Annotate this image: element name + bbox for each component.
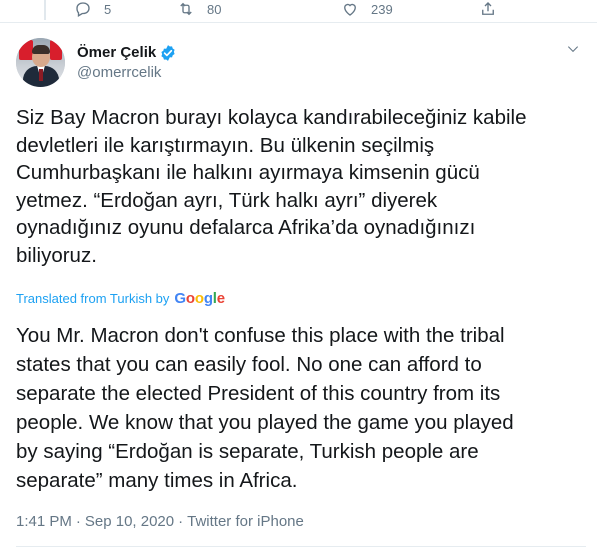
like-icon (344, 3, 356, 16)
verified-badge-icon (161, 44, 175, 61)
tweet-meta: 1:41 PM · Sep 10, 2020 · Twitter for iPh… (16, 513, 304, 530)
reply-icon (76, 2, 90, 17)
meta-separator: · (178, 513, 184, 530)
translation-attribution[interactable]: Translated from Turkish by Google (16, 290, 225, 307)
retweet-icon (180, 2, 192, 16)
retweet-button[interactable]: 80 (177, 0, 221, 18)
share-icon (482, 2, 494, 15)
tweet-date[interactable]: Sep 10, 2020 (85, 513, 174, 530)
handle[interactable]: @omerrcelik (77, 64, 177, 81)
translated-text: You Mr. Macron don't confuse this place … (16, 324, 514, 492)
display-name[interactable]: Ömer Çelik (77, 44, 156, 61)
google-logo: Google (174, 290, 225, 307)
more-options-button[interactable] (566, 42, 580, 56)
meta-separator: · (75, 513, 81, 530)
author-names: Ömer Çelik @omerrcelik (77, 44, 177, 81)
translated-label: Translated from Turkish by (16, 291, 170, 306)
reply-count: 5 (104, 1, 112, 17)
divider (0, 22, 597, 23)
divider (16, 546, 586, 547)
tweet-text: Siz Bay Macron burayı kolayca kandırabil… (16, 106, 527, 267)
thread-line (44, 0, 46, 20)
avatar[interactable] (16, 37, 65, 87)
tweet-time[interactable]: 1:41 PM (16, 513, 72, 530)
previous-tweet-actions: 5 80 239 (0, 0, 597, 22)
like-count: 239 (371, 1, 393, 17)
chevron-down-icon (567, 46, 579, 53)
tweet-source[interactable]: Twitter for iPhone (187, 513, 304, 530)
retweet-count: 80 (207, 1, 222, 17)
like-button[interactable]: 239 (341, 0, 393, 18)
tweet-author: Ömer Çelik @omerrcelik (16, 37, 177, 87)
share-button[interactable] (479, 0, 497, 18)
reply-button[interactable]: 5 (74, 0, 111, 18)
